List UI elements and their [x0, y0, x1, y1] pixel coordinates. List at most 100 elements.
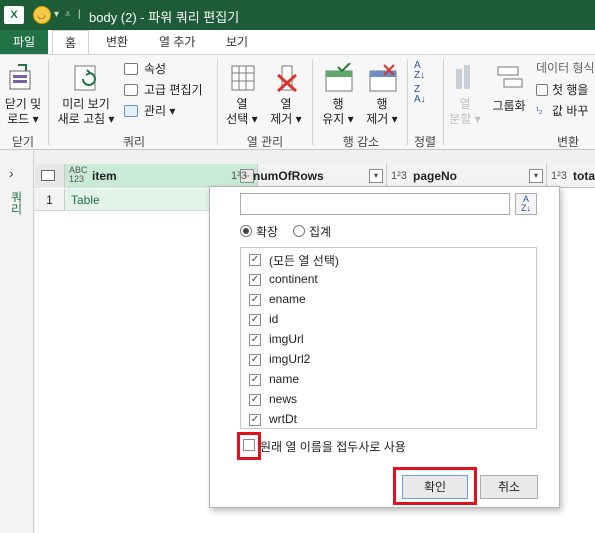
refresh-preview-button[interactable]: 미리 보기 새로 고침 ▾ — [54, 57, 118, 129]
column-header-numofrows[interactable]: 1²3 numOfRows ▾ — [227, 164, 387, 188]
advanced-editor-label: 고급 편집기 — [144, 83, 203, 97]
remove-rows-icon — [369, 64, 397, 92]
column-checkbox[interactable] — [249, 314, 261, 326]
filter-dropdown-icon[interactable]: ▾ — [369, 169, 383, 183]
ok-button[interactable]: 확인 — [402, 475, 468, 499]
group-label-reduce-rows: 행 감소 — [342, 135, 380, 149]
ribbon: 닫기 및 로드 ▾ 닫기 미리 보기 새로 고침 ▾ 속성 고급 편집기 관리 … — [0, 54, 595, 150]
properties-icon — [124, 63, 138, 75]
choose-columns-icon — [231, 65, 255, 91]
close-load-icon — [9, 64, 31, 90]
advanced-editor-button[interactable]: 고급 편집기 — [124, 82, 216, 99]
column-header-pageno[interactable]: 1²3 pageNo ▾ — [387, 164, 547, 188]
aggregate-radio-label: 집계 — [309, 225, 332, 239]
sort-columns-icon[interactable]: A Z↓ — [515, 193, 537, 215]
sort-descending-icon[interactable]: Z A↓ — [414, 85, 436, 105]
customize-quick-access-icon[interactable]: ▾ — [54, 9, 59, 20]
manage-button[interactable]: 관리 ▾ — [124, 103, 194, 120]
refresh-label-1: 미리 보기 — [62, 97, 110, 111]
column-name-pageno: pageNo — [413, 169, 458, 183]
column-header-total[interactable]: 1²3 total — [547, 164, 595, 188]
separator-icon: | — [78, 9, 81, 20]
row-number[interactable]: 1 — [35, 189, 65, 211]
expand-pane-icon[interactable]: › — [9, 165, 14, 181]
group-label-query: 쿼리 — [122, 135, 146, 149]
first-row-header-label: 첫 행을 — [552, 83, 589, 97]
filter-dropdown-icon[interactable]: ▾ — [529, 169, 543, 183]
table-icon — [41, 170, 55, 181]
group-label-sort: 정렬 — [413, 135, 437, 149]
tab-add-column[interactable]: 열 추가 — [147, 30, 207, 54]
tab-file[interactable]: 파일 — [0, 30, 48, 54]
choose-columns-label-2: 선택 ▾ — [226, 112, 258, 126]
keep-rows-button[interactable]: 행 유지 ▾ — [318, 57, 358, 129]
replace-values-label: 값 바꾸 — [552, 104, 589, 118]
column-checkbox[interactable] — [249, 254, 261, 266]
column-label: ename — [269, 292, 306, 306]
refresh-icon — [74, 65, 96, 91]
excel-icon: X — [4, 6, 24, 24]
remove-rows-label-2: 제거 ▾ — [366, 112, 398, 126]
title-bar: X ▾ ⩡ | body (2) - 파워 쿼리 편집기 — [0, 0, 595, 30]
group-label-close: 닫기 — [11, 135, 35, 149]
close-and-load-button[interactable]: 닫기 및 로드 ▾ — [0, 57, 46, 129]
group-by-icon — [497, 66, 523, 88]
column-name-item: item — [92, 169, 117, 183]
keep-rows-icon — [325, 63, 353, 92]
split-column-icon — [456, 65, 470, 89]
group-by-button[interactable]: 그룹화 — [488, 57, 530, 129]
column-label: wrtDt — [269, 412, 297, 426]
ribbon-divider — [443, 59, 444, 145]
smiley-icon[interactable] — [33, 6, 51, 24]
more-quick-access-icon[interactable]: ⩡ — [65, 9, 71, 20]
expand-radio[interactable] — [240, 225, 252, 237]
column-name-numofrows: numOfRows — [253, 169, 324, 183]
tab-transform[interactable]: 변환 — [94, 30, 140, 54]
choose-columns-button[interactable]: 열 선택 ▾ — [222, 57, 262, 129]
properties-label: 속성 — [144, 62, 167, 76]
keep-rows-label-1: 행 — [332, 97, 344, 111]
aggregate-radio[interactable] — [293, 225, 305, 237]
group-by-label: 그룹화 — [492, 99, 526, 113]
remove-rows-button[interactable]: 행 제거 ▾ — [362, 57, 402, 129]
remove-columns-label-1: 열 — [280, 97, 292, 111]
ribbon-divider — [312, 59, 313, 145]
replace-icon: ¹₂ — [536, 105, 543, 115]
sort-ascending-icon[interactable]: A Z↓ — [414, 61, 436, 81]
column-checkbox[interactable] — [249, 394, 261, 406]
column-checkbox[interactable] — [249, 294, 261, 306]
tab-home[interactable]: 홈 — [52, 30, 90, 54]
queries-pane-collapsed: › 쿼리 — [0, 151, 34, 533]
remove-columns-icon — [277, 65, 297, 93]
column-label: name — [269, 372, 300, 386]
grid-header: ABC 123 item ⇔ 1²3 numOfRows ▾ 1²3 pageN… — [35, 164, 595, 188]
split-column-label-2: 분할 ▾ — [449, 112, 481, 126]
column-checkbox[interactable] — [249, 414, 261, 426]
remove-columns-label-2: 제거 ▾ — [270, 112, 302, 126]
column-checkbox[interactable] — [249, 274, 261, 286]
column-list: (모든 열 선택) continent ename id imgUrl imgU… — [240, 247, 537, 429]
remove-rows-label-1: 행 — [376, 97, 388, 111]
queries-label[interactable]: 쿼리 — [8, 191, 25, 215]
table-menu-button[interactable] — [35, 164, 65, 188]
remove-columns-button[interactable]: 열 제거 ▾ — [266, 57, 306, 129]
column-label: continent — [269, 272, 318, 286]
column-checkbox[interactable] — [249, 334, 261, 346]
cancel-button[interactable]: 취소 — [480, 475, 538, 499]
split-column-button[interactable]: 열 분할 ▾ — [448, 57, 482, 129]
properties-button[interactable]: 속성 — [124, 61, 204, 78]
column-checkbox[interactable] — [249, 374, 261, 386]
prefix-checkbox[interactable] — [243, 439, 255, 451]
ribbon-divider — [48, 59, 49, 145]
close-load-label-1: 닫기 및 — [4, 97, 42, 111]
type-number-icon: 1²3 — [231, 170, 247, 182]
type-number-icon: 1²3 — [551, 170, 567, 182]
ribbon-divider — [217, 59, 218, 145]
search-columns-input[interactable] — [240, 193, 510, 215]
group-label-manage-columns: 열 관리 — [246, 135, 284, 149]
column-checkbox[interactable] — [249, 354, 261, 366]
table-cell-item[interactable]: Table — [65, 189, 225, 211]
ribbon-tabs: 파일 홈 변환 열 추가 보기 — [0, 30, 595, 54]
tab-view[interactable]: 보기 — [214, 30, 260, 54]
data-type-dropdown[interactable]: 데이터 형식 — [536, 61, 595, 76]
